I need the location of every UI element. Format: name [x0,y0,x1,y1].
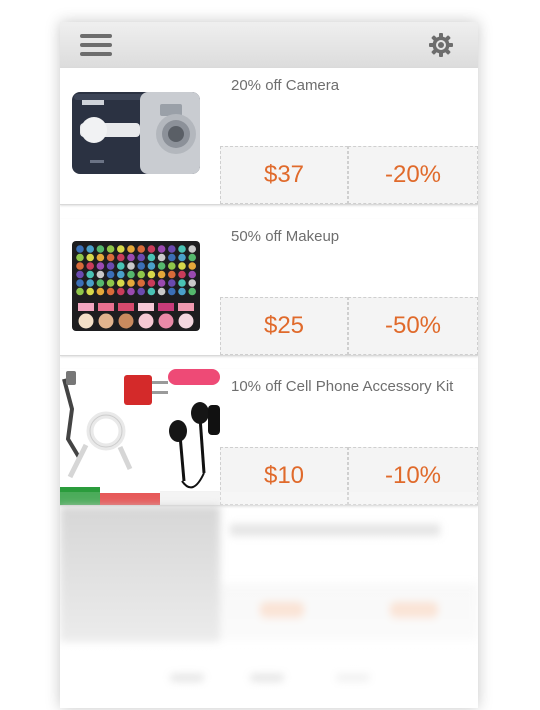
deal-title: 10% off Cell Phone Accessory Kit [231,378,454,395]
deal-card[interactable]: 20% off Camera $37 -20% [60,68,478,205]
deal-discount[interactable]: -20% [348,146,478,204]
deal-price[interactable]: $25 [220,297,348,355]
phone-screen: 20% off Camera $37 -20% 50% off Makeup $… [60,22,478,708]
top-bar [60,22,478,69]
gear-icon[interactable] [428,32,454,58]
deal-price[interactable]: $37 [220,146,348,204]
deal-discount[interactable]: -50% [348,297,478,355]
deal-image-phone-accessories [60,369,220,505]
deal-image-makeup-palette [60,219,220,355]
deal-title: 20% off Camera [231,77,340,94]
deal-card[interactable]: 50% off Makeup $25 -50% [60,219,478,356]
deal-image-camera [60,68,220,204]
deal-card[interactable]: 10% off Cell Phone Accessory Kit $10 -10… [60,369,478,506]
hamburger-menu-icon[interactable] [80,34,112,56]
deal-title: 50% off Makeup [231,228,340,245]
fade-overlay [60,492,478,708]
